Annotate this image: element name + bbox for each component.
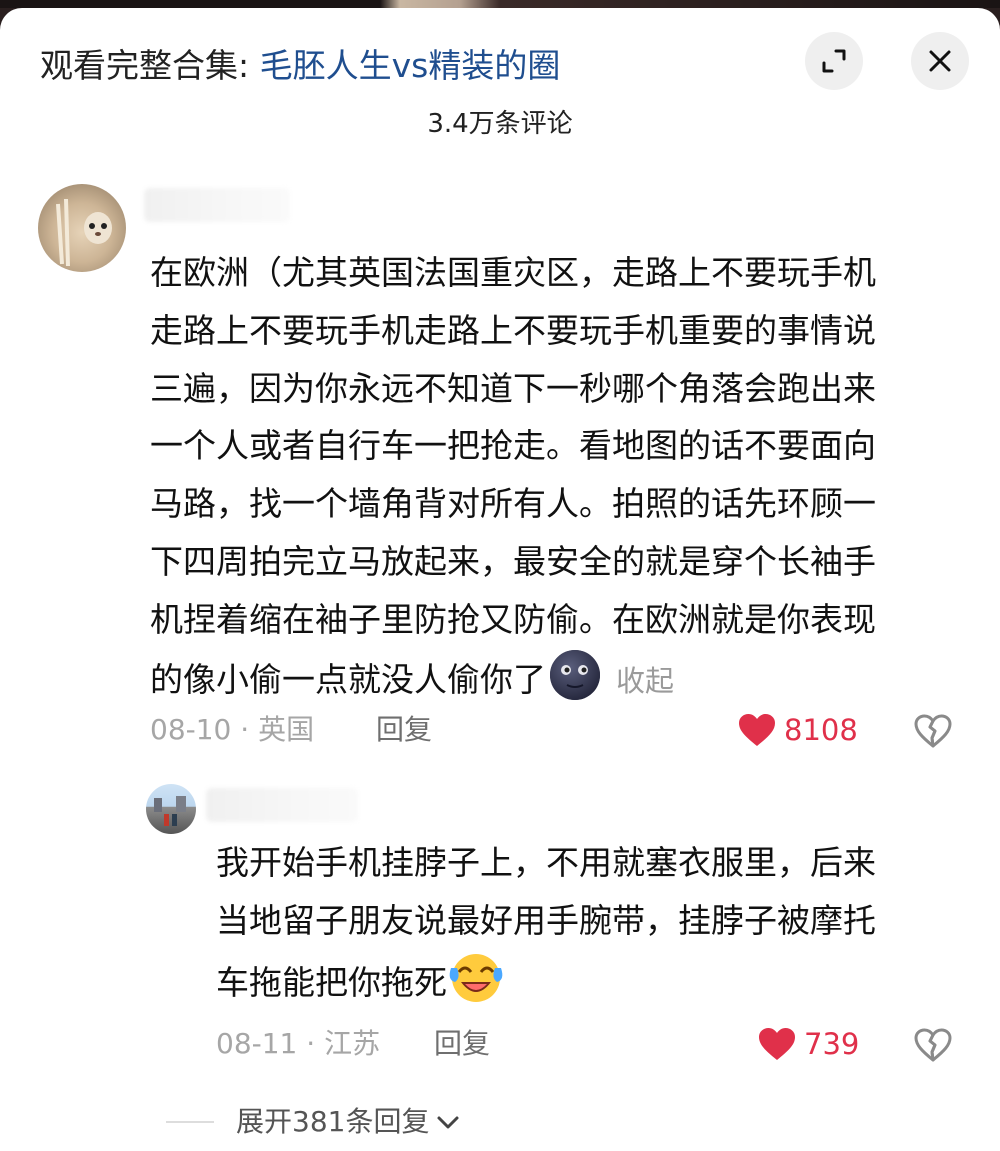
chevron-down-icon xyxy=(437,1116,459,1129)
reply-date: 08-11 xyxy=(216,1027,298,1060)
comment-line: 马路，找一个墙角背对所有人。拍照的话先环顾一 xyxy=(150,484,876,524)
expand-button[interactable] xyxy=(805,32,863,90)
avatar-image xyxy=(56,198,112,267)
collection-header[interactable]: 观看完整合集: 毛胚人生vs精装的圈 xyxy=(40,44,560,88)
laughing-crying-emoji xyxy=(447,950,505,1022)
comment-line: 在欧洲（尤其英国法国重灾区，走路上不要玩手机 xyxy=(150,253,876,292)
divider-dash xyxy=(166,1121,214,1123)
comment-line: 机捏着缩在袖子里防抢又防偷。在欧洲就是你表现 xyxy=(150,599,876,639)
reply-line-last: 车拖能把你拖死 xyxy=(216,950,876,1022)
reply-avatar[interactable] xyxy=(146,784,196,834)
reply-line: 当地留子朋友说最好用手腕带，挂脖子被摩托 xyxy=(216,900,876,940)
comment-line: 一个人或者自行车一把抢走。看地图的话不要面向 xyxy=(150,426,876,466)
comment-location: 英国 xyxy=(258,713,315,746)
reply-button[interactable]: 回复 xyxy=(376,712,432,748)
comment-date: 08-10 xyxy=(150,713,232,746)
heart-icon xyxy=(739,714,775,746)
expand-arrows-icon xyxy=(822,49,846,73)
video-background-strip xyxy=(0,0,1000,8)
collection-prefix: 观看完整合集: xyxy=(40,46,260,85)
expand-replies-button[interactable]: 展开381条回复 xyxy=(166,1104,461,1140)
broken-heart-icon xyxy=(914,714,952,748)
comment-body: 在欧洲（尤其英国法国重灾区，走路上不要玩手机 走路上不要玩手机走路上不要玩手机重… xyxy=(150,244,876,718)
collapse-link[interactable]: 收起 xyxy=(616,664,674,698)
avatar[interactable] xyxy=(38,184,126,272)
reply-dislike-button[interactable] xyxy=(914,1028,952,1066)
close-button[interactable] xyxy=(911,32,969,90)
comments-sheet: 观看完整合集: 毛胚人生vs精装的圈 3.4万条评论 在欧洲（尤其英国法国重灾区… xyxy=(0,8,1000,1151)
username-redacted[interactable] xyxy=(144,188,290,222)
reply-location: 江苏 xyxy=(324,1027,381,1060)
dislike-button[interactable] xyxy=(914,714,952,752)
expand-replies-label: 展开381条回复 xyxy=(236,1105,430,1138)
comment-line-last: 的像小偷一点就没人偷你了 收起 xyxy=(150,649,876,719)
new-moon-face-emoji xyxy=(546,649,604,719)
heart-icon xyxy=(759,1028,795,1060)
comment-count: 3.4万条评论 xyxy=(427,109,573,139)
comment-line: 下四周拍完立马放起来，最安全的就是穿个长袖手 xyxy=(150,541,876,581)
like-button[interactable]: 8108 xyxy=(738,712,858,748)
broken-heart-icon xyxy=(914,1028,952,1062)
reply-body: 我开始手机挂脖子上，不用就塞衣服里，后来 当地留子朋友说最好用手腕带，挂脖子被摩… xyxy=(216,834,876,1021)
reply-avatar-image xyxy=(154,796,186,826)
comment-line: 三遍，因为你永远不知道下一秒哪个角落会跑出来 xyxy=(150,368,876,408)
collection-title-link[interactable]: 毛胚人生vs精装的圈 xyxy=(260,46,561,85)
comment-line: 的像小偷一点就没人偷你了 xyxy=(150,659,546,699)
reply-line: 我开始手机挂脖子上，不用就塞衣服里，后来 xyxy=(216,843,876,882)
reply-reply-button[interactable]: 回复 xyxy=(434,1026,490,1062)
like-count: 8108 xyxy=(784,713,858,747)
reply-like-button[interactable]: 739 xyxy=(758,1026,859,1062)
reply-line: 车拖能把你拖死 xyxy=(216,962,447,1002)
reply-meta: 08-11 · 江苏 xyxy=(216,1027,381,1060)
reply-like-count: 739 xyxy=(804,1027,860,1061)
comment-meta: 08-10 · 英国 xyxy=(150,713,315,746)
reply-username-redacted[interactable] xyxy=(206,788,358,822)
close-icon xyxy=(929,50,951,72)
comment-line: 走路上不要玩手机走路上不要玩手机重要的事情说 xyxy=(150,310,876,350)
